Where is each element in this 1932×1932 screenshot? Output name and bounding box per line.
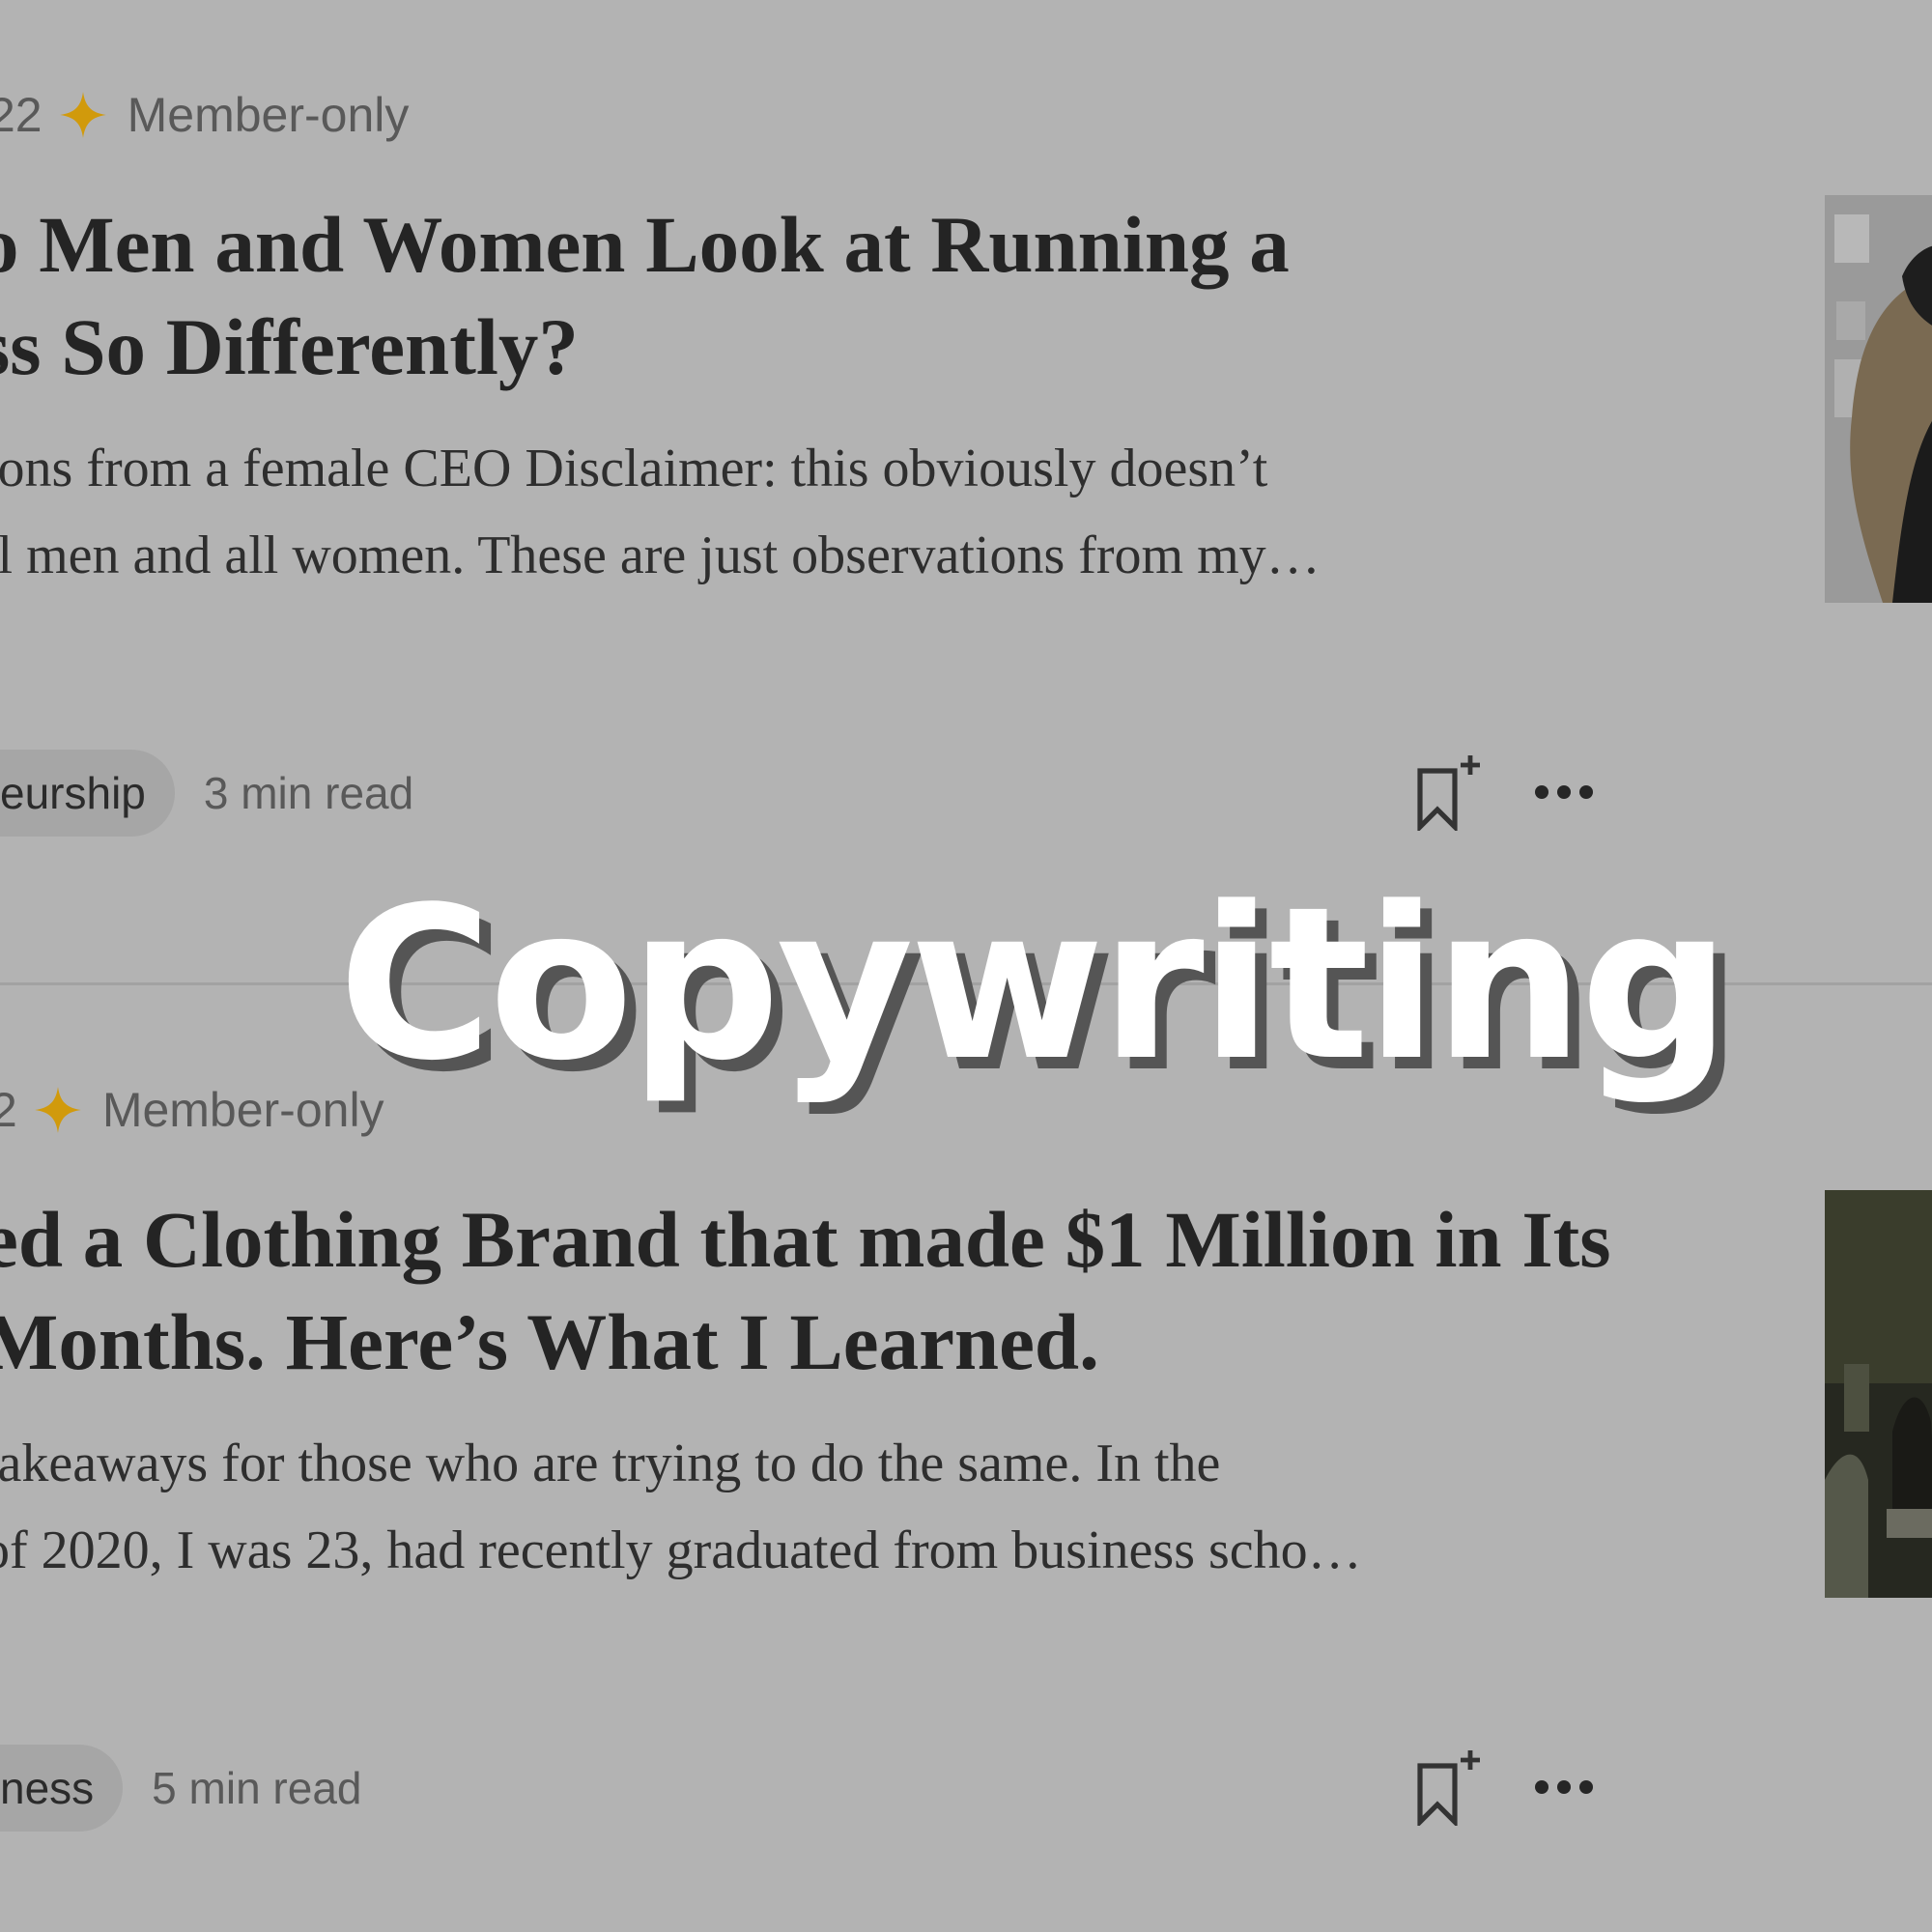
article-title[interactable]: ed a Clothing Brand that made $1 Million…	[0, 1188, 1611, 1393]
article-title-line: o Men and Women Look at Running a	[0, 200, 1290, 289]
thumbnail-image	[1825, 1190, 1932, 1598]
article-actions	[1416, 1748, 1596, 1826]
bookmark-add-icon[interactable]	[1416, 753, 1480, 831]
topic-tag[interactable]: eurship	[0, 750, 175, 837]
article-meta: 2 Member-only	[0, 1082, 384, 1138]
overlay-headline: Copywriting	[0, 860, 1932, 1111]
thumbnail-image	[1825, 195, 1932, 603]
article-divider	[0, 982, 1932, 985]
page: 22 Member-only o Men and Women Look at R…	[0, 0, 1932, 1932]
bookmark-add-icon[interactable]	[1416, 1748, 1480, 1826]
article-title-line: ed a Clothing Brand that made $1 Million…	[0, 1195, 1611, 1284]
topic-tag[interactable]: ness	[0, 1745, 124, 1832]
article-title[interactable]: o Men and Women Look at Running a ss So …	[0, 193, 1290, 398]
article-thumbnail[interactable]	[1825, 195, 1932, 603]
article-footer: ness 5 min read	[0, 1745, 362, 1832]
article-meta: 22 Member-only	[0, 87, 409, 143]
more-options-icon[interactable]	[1532, 1777, 1596, 1797]
publish-date: 2	[0, 1083, 17, 1137]
article-title-line: Months. Here’s What I Learned.	[0, 1297, 1099, 1386]
article-excerpt-line: ll men and all women. These are just obs…	[0, 526, 1321, 585]
member-only-label: Member-only	[127, 88, 410, 142]
article-title-line: ss So Differently?	[0, 302, 579, 391]
star-icon	[59, 92, 106, 138]
member-only-label: Member-only	[101, 1083, 384, 1137]
article-excerpt[interactable]: takeaways for those who are trying to do…	[0, 1420, 1362, 1594]
star-icon	[34, 1087, 81, 1133]
article-excerpt-line: takeaways for those who are trying to do…	[0, 1434, 1221, 1493]
article-thumbnail[interactable]	[1825, 1190, 1932, 1598]
article-excerpt[interactable]: ions from a female CEO Disclaimer: this …	[0, 425, 1321, 599]
read-time: 5 min read	[152, 1763, 362, 1813]
article-actions	[1416, 753, 1596, 831]
publish-date: 22	[0, 88, 43, 142]
article-excerpt-line: of 2020, I was 23, had recently graduate…	[0, 1520, 1362, 1580]
article-excerpt-line: ions from a female CEO Disclaimer: this …	[0, 439, 1268, 498]
read-time: 3 min read	[203, 768, 414, 818]
article-footer: eurship 3 min read	[0, 750, 413, 837]
overlay-headline-text: Copywriting	[338, 863, 1731, 1107]
more-options-icon[interactable]	[1532, 782, 1596, 802]
